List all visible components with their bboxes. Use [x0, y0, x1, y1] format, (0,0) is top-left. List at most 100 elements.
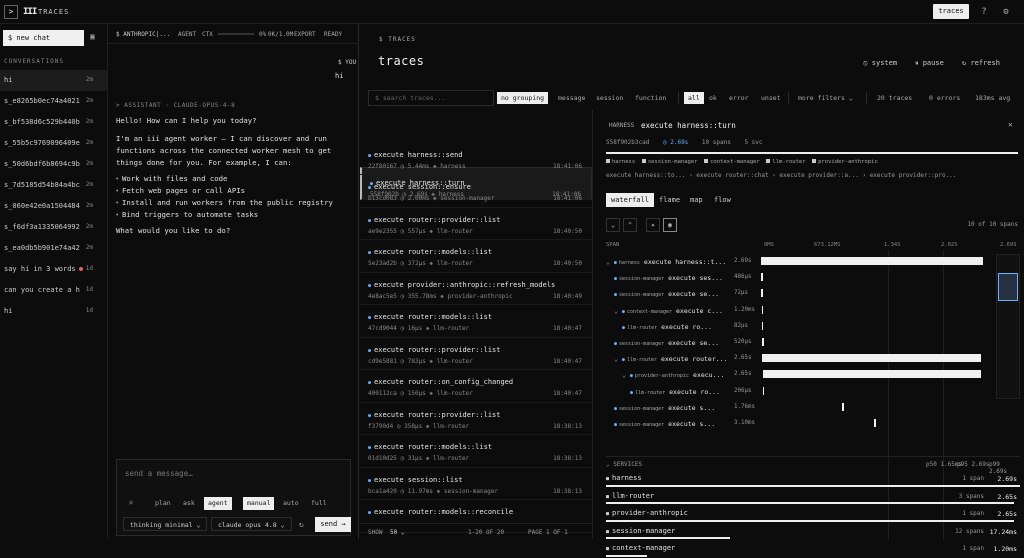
trace-row[interactable]: execute router::provider::listcd9e5881 ◷… — [360, 338, 592, 370]
span-breadcrumb[interactable]: execute harness::to... › execute router:… — [606, 172, 956, 179]
mode-agent[interactable]: agent — [204, 497, 232, 510]
group-none[interactable]: no grouping — [497, 92, 549, 104]
trace-row[interactable]: execute session::ensureb13cd083 ◷ 2.00ms… — [360, 175, 592, 208]
new-chat-button[interactable]: $ new chat — [3, 30, 84, 46]
conversation-item[interactable]: s_7d5185d54b84a4bc6... 2m — [0, 175, 107, 196]
span-row[interactable]: ⌄ ● harness execute harness::t... 2.69s — [606, 254, 996, 270]
provider-label[interactable]: $ ANTHROPIC|... — [116, 31, 170, 38]
conversation-item[interactable]: s_060e42e0a1504484... 2m — [0, 196, 107, 217]
service-row[interactable]: llm-router 3 spans 2.65s — [606, 488, 1020, 506]
approval-manual[interactable]: manual — [243, 497, 275, 510]
conversation-item[interactable]: say hi in 3 words 1d — [0, 259, 107, 280]
model-select[interactable]: claude opus 4.8 ⌄ — [211, 517, 292, 531]
attach-icon[interactable]: ⌘ — [125, 497, 137, 510]
approval-auto[interactable]: auto — [279, 497, 303, 510]
span-row[interactable]: ● llm-router execute ro... 206µs — [606, 384, 996, 400]
terminal-icon[interactable]: > — [4, 5, 18, 19]
trace-row[interactable]: execute router::provider::listf3790d4 ◷ … — [360, 403, 592, 435]
mode-plan[interactable]: plan — [151, 497, 175, 510]
services-header[interactable]: ⌄ SERVICES p50 1.65ms p95 2.69s p99 2.69… — [606, 456, 1020, 475]
status-all[interactable]: all — [684, 92, 704, 104]
span-row[interactable]: ● session-manager execute se... 72µs — [606, 286, 996, 302]
chevron-down-icon[interactable]: ⌄ — [614, 355, 622, 363]
sparkle-icon[interactable]: ✦ — [646, 218, 660, 232]
trace-row[interactable]: execute provider::anthropic::refresh_mod… — [360, 273, 592, 305]
trace-row[interactable]: execute harness::send22f80167 ◷ 5.44ms ◈… — [360, 143, 592, 175]
service-row[interactable]: harness 1 span 2.69s — [606, 470, 1020, 488]
export-button[interactable]: EXPORT — [294, 31, 316, 38]
span-row[interactable]: ● session-manager execute ses... 486µs — [606, 270, 996, 286]
gear-icon[interactable]: ⚙ — [1000, 6, 1012, 18]
chevron-down-icon[interactable]: ⌄ — [606, 258, 614, 266]
trace-row[interactable]: execute session::listbca1a420 ◷ 11.97ms … — [360, 468, 592, 500]
conversation-item[interactable]: s_ea0db5b901e74a42... 2m — [0, 238, 107, 259]
service-row[interactable]: session-manager 12 spans 17.24ms — [606, 523, 1020, 541]
minimap[interactable] — [996, 254, 1020, 399]
tab-waterfall[interactable]: waterfall — [606, 193, 654, 207]
span-row[interactable]: ● llm-router execute ro... 82µs — [606, 319, 996, 335]
span-bar[interactable] — [762, 370, 981, 379]
trace-row[interactable]: execute router::models::list5e23ad2b ◷ 3… — [360, 240, 592, 273]
span-bar[interactable] — [761, 273, 763, 282]
group-function[interactable]: function — [631, 92, 670, 104]
eye-icon[interactable]: ◉ — [663, 218, 677, 232]
per-page-select[interactable]: 50 ⌄ — [390, 529, 404, 536]
conversation-item[interactable]: s_bf538d6c529b440b... 2m — [0, 112, 107, 133]
refresh-icon[interactable]: ↻ — [299, 520, 304, 529]
help-icon[interactable]: ? — [978, 6, 990, 18]
span-bar[interactable] — [874, 418, 876, 427]
tab-flow[interactable]: flow — [709, 193, 736, 207]
span-row[interactable]: ● session-manager execute s... 3.10ms — [606, 416, 996, 432]
traces-button[interactable]: traces — [933, 4, 969, 19]
service-row[interactable]: context-manager 1 span 1.20ms — [606, 540, 1020, 558]
more-filters-button[interactable]: more filters ⌄ — [794, 92, 857, 104]
span-bar[interactable] — [762, 354, 981, 363]
trace-row[interactable]: execute router::models::list01d10d25 ◷ 3… — [360, 435, 592, 468]
conversation-item[interactable]: s_e8265b0ec74a4021... 2m — [0, 91, 107, 112]
span-row[interactable]: ● session-manager execute s... 1.76ms — [606, 400, 996, 416]
span-row[interactable]: ⌄ ● llm-router execute router... 2.65s — [606, 351, 996, 367]
span-bar[interactable] — [761, 289, 763, 298]
group-session[interactable]: session — [592, 92, 627, 104]
sidebar-toggle-icon[interactable]: ▣ — [90, 32, 95, 41]
refresh-button[interactable]: ↻ refresh — [962, 59, 1000, 67]
status-ok[interactable]: ok — [705, 92, 721, 104]
conversation-item[interactable]: hi 1d — [0, 301, 107, 322]
system-button[interactable]: ⦸ system — [863, 59, 897, 68]
search-input[interactable]: $ search traces... — [368, 90, 494, 106]
chevron-down-icon[interactable]: ⌄ — [622, 371, 630, 379]
trace-row[interactable]: execute router::models::list47cd9044 ◷ 1… — [360, 305, 592, 338]
status-error[interactable]: error — [725, 92, 753, 104]
send-button[interactable]: send → — [315, 517, 351, 532]
expand-icon[interactable]: ⌃ — [623, 218, 637, 232]
conversation-item[interactable]: s_50d6bdf6b8694c9b... 2m — [0, 154, 107, 175]
span-row[interactable]: ● session-manager execute se... 520µs — [606, 335, 996, 351]
conversation-item[interactable]: can you create a h... 1d — [0, 280, 107, 301]
tab-map[interactable]: map — [685, 193, 708, 207]
chevron-down-icon[interactable]: ⌄ — [614, 307, 622, 315]
status-unset[interactable]: unset — [757, 92, 785, 104]
trace-row[interactable]: execute router::on_config_changed400112c… — [360, 370, 592, 403]
conversation-item[interactable]: hi 2m — [0, 70, 107, 91]
conversation-item[interactable]: s_f6df3a1335064992... 2m — [0, 217, 107, 238]
service-row[interactable]: provider-anthropic 1 span 2.65s — [606, 505, 1020, 523]
mode-ask[interactable]: ask — [179, 497, 199, 510]
span-row[interactable]: ⌄ ● provider-anthropic execu... 2.65s — [606, 367, 996, 383]
span-bar[interactable] — [842, 402, 844, 411]
span-row[interactable]: ⌄ ● context-manager execute c... 1.20ms — [606, 303, 996, 319]
thinking-select[interactable]: thinking minimal ⌄ — [123, 517, 208, 531]
trace-row[interactable]: execute router::provider::listae9e2355 ◷… — [360, 208, 592, 240]
span-bar[interactable] — [761, 305, 764, 314]
span-bar[interactable] — [762, 337, 764, 346]
conversation-item[interactable]: s_55b5c9769096409e... 2m — [0, 133, 107, 154]
group-message[interactable]: message — [554, 92, 589, 104]
span-bar[interactable] — [762, 386, 765, 395]
approval-full[interactable]: full — [307, 497, 331, 510]
span-bar[interactable] — [761, 321, 764, 330]
collapse-icon[interactable]: ⌄ — [606, 218, 620, 232]
tab-flame[interactable]: flame — [654, 193, 685, 207]
minimap-viewport[interactable] — [998, 273, 1018, 301]
pause-button[interactable]: ⏸ pause — [915, 59, 944, 68]
span-bar[interactable] — [761, 257, 983, 265]
close-icon[interactable]: ✕ — [1008, 120, 1013, 129]
